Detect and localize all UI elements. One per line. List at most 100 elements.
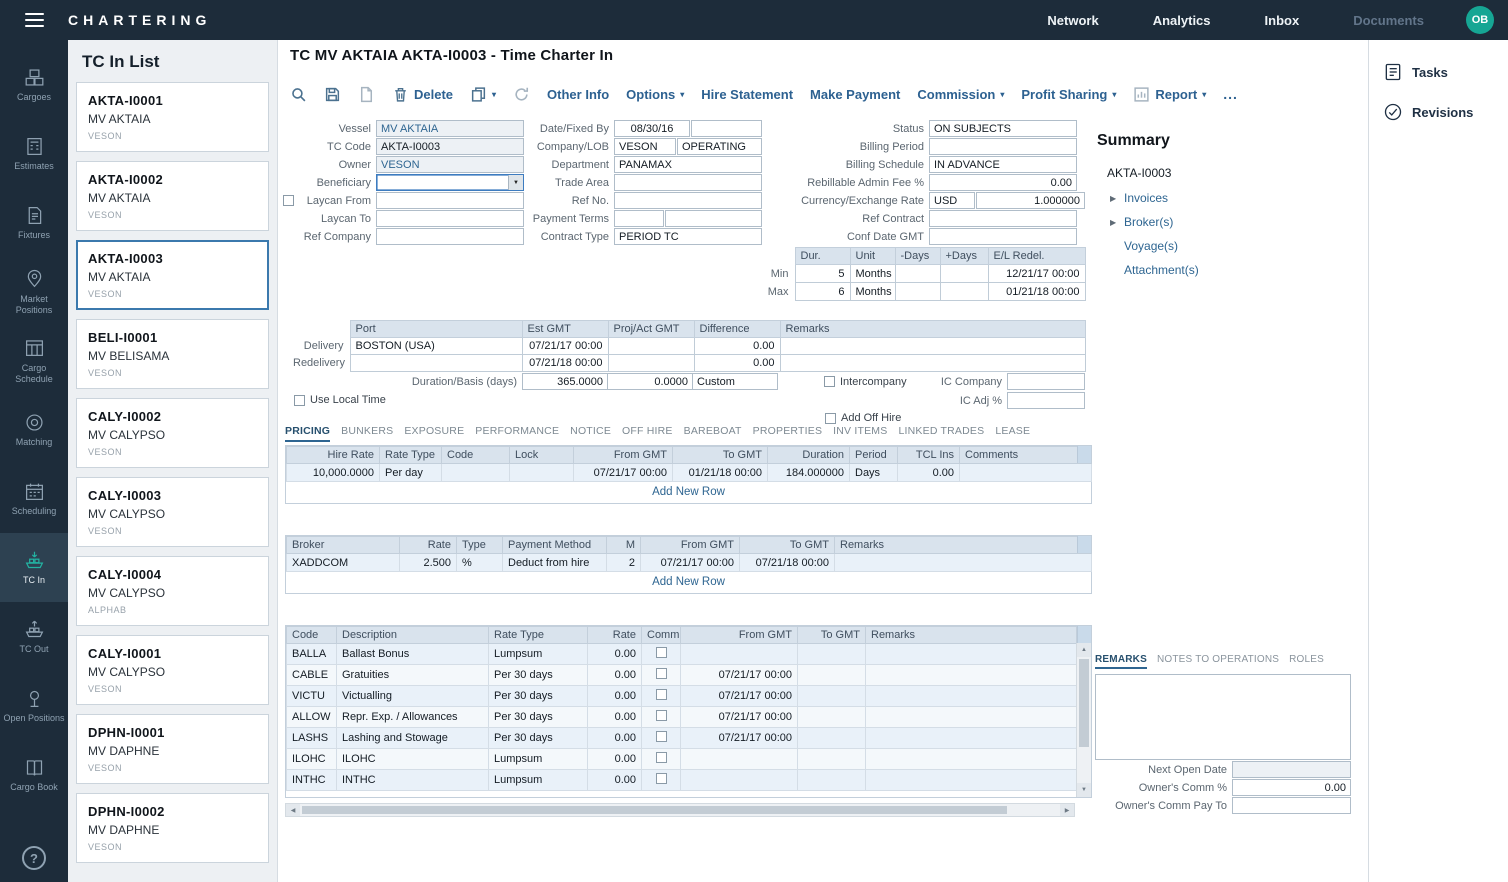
options-button[interactable]: Options▾ (626, 87, 684, 102)
refresh-icon[interactable] (513, 86, 530, 103)
scrollbar-track[interactable] (1077, 657, 1091, 783)
commission-button[interactable]: Commission▾ (917, 87, 1004, 102)
tc-list-item[interactable]: CALY-I0004 MV CALYPSO ALPHAB (76, 556, 269, 626)
misc-expense-row[interactable]: CABLE Gratuities Per 30 days 0.00 07/21/… (287, 665, 1077, 686)
sidebar-item-cargoes[interactable]: Cargoes (0, 50, 68, 119)
summary-link[interactable]: ▶ Broker(s) (1097, 210, 1362, 234)
min-minus-days-cell[interactable] (895, 265, 940, 283)
duration-diff-field[interactable]: 0.0000 (607, 373, 693, 390)
scroll-up-icon[interactable]: ▲ (1077, 643, 1091, 657)
tc-list-item[interactable]: BELI-I0001 MV BELISAMA VESON (76, 319, 269, 389)
redelivery-port-cell[interactable] (350, 355, 522, 372)
tab[interactable]: BUNKERS (341, 425, 393, 442)
comm-checkbox[interactable] (656, 689, 667, 700)
revisions-button[interactable]: Revisions (1369, 92, 1508, 132)
broker-row[interactable]: XADDCOM 2.500 % Deduct from hire 2 07/21… (287, 554, 1092, 572)
copy-button[interactable]: ▾ (470, 86, 496, 103)
scrollbar-thumb[interactable] (1079, 659, 1089, 747)
hamburger-menu-icon[interactable] (0, 13, 68, 28)
topnav-item[interactable]: Documents (1353, 13, 1424, 28)
delivery-est-gmt-cell[interactable]: 07/21/17 00:00 (522, 338, 608, 355)
pricing-row[interactable]: 10,000.0000 Per day 07/21/17 00:00 01/21… (287, 464, 1092, 482)
misc-expense-row[interactable]: INTHC INTHC Lumpsum 0.00 (287, 770, 1077, 791)
sidebar-item-tc-in[interactable]: TC In (0, 533, 68, 602)
tc-list-item[interactable]: CALY-I0003 MV CALYPSO VESON (76, 477, 269, 547)
avatar[interactable]: OB (1466, 6, 1494, 34)
ref-no-field[interactable] (614, 192, 762, 209)
company-field[interactable]: VESON (614, 138, 676, 155)
comm-checkbox[interactable] (656, 668, 667, 679)
max-duration-cell[interactable]: 6 (795, 283, 850, 301)
topnav-item[interactable]: Analytics (1153, 13, 1211, 28)
summary-link[interactable]: ▶ Invoices (1097, 186, 1362, 210)
laycan-checkbox[interactable] (283, 195, 294, 206)
tc-list-item[interactable]: AKTA-I0003 MV AKTAIA VESON (76, 240, 269, 310)
status-field[interactable]: ON SUBJECTS (929, 120, 1077, 137)
save-icon[interactable] (324, 86, 341, 103)
tc-list-item[interactable]: CALY-I0001 MV CALYPSO VESON (76, 635, 269, 705)
sidebar-item-estimates[interactable]: Estimates (0, 119, 68, 188)
delivery-remarks-cell[interactable] (780, 338, 1085, 355)
delivery-proj-gmt-cell[interactable] (608, 338, 694, 355)
tc-list-item[interactable]: DPHN-I0001 MV DAPHNE VESON (76, 714, 269, 784)
add-off-hire-checkbox[interactable] (825, 413, 836, 424)
tab[interactable]: OFF HIRE (622, 425, 673, 442)
tab[interactable]: PROPERTIES (753, 425, 823, 442)
scrollbar-thumb[interactable] (302, 806, 1007, 814)
delivery-difference-cell[interactable]: 0.00 (694, 338, 780, 355)
tab[interactable]: INV ITEMS (833, 425, 887, 442)
max-el-redel-cell[interactable]: 01/21/18 00:00 (988, 283, 1085, 301)
max-unit-cell[interactable]: Months (850, 283, 895, 301)
summary-link[interactable]: ▶ Attachment(s) (1097, 258, 1362, 282)
misc-expense-row[interactable]: ALLOW Repr. Exp. / Allowances Per 30 day… (287, 707, 1077, 728)
redelivery-proj-gmt-cell[interactable] (608, 355, 694, 372)
duration-days-field[interactable]: 365.0000 (522, 373, 608, 390)
redelivery-remarks-cell[interactable] (780, 355, 1085, 372)
topnav-item[interactable]: Network (1047, 13, 1098, 28)
broker-add-new-row-link[interactable]: Add New Row (286, 572, 1091, 593)
department-field[interactable]: PANAMAX (614, 156, 762, 173)
fixed-by-field[interactable] (691, 120, 762, 137)
sidebar-item-cargo-book[interactable]: Cargo Book (0, 740, 68, 809)
sidebar-item-scheduling[interactable]: Scheduling (0, 464, 68, 533)
ref-company-field[interactable] (376, 228, 524, 245)
vertical-scrollbar[interactable]: ▲ ▼ (1076, 643, 1091, 797)
sidebar-item-market-positions[interactable]: Market Positions (0, 257, 68, 326)
remarks-textarea[interactable] (1095, 674, 1351, 760)
misc-expense-row[interactable]: VICTU Victualling Per 30 days 0.00 07/21… (287, 686, 1077, 707)
redelivery-difference-cell[interactable]: 0.00 (694, 355, 780, 372)
use-local-time-checkbox[interactable] (294, 395, 305, 406)
tab[interactable]: PRICING (285, 425, 330, 442)
tab[interactable]: LEASE (995, 425, 1030, 442)
pricing-add-new-row-link[interactable]: Add New Row (286, 482, 1091, 503)
tab[interactable]: EXPOSURE (404, 425, 464, 442)
currency-field[interactable]: USD (929, 192, 975, 209)
delete-button[interactable]: Delete (392, 86, 453, 103)
redelivery-est-gmt-cell[interactable]: 07/21/18 00:00 (522, 355, 608, 372)
ref-contract-field[interactable] (929, 210, 1077, 227)
sidebar-item-matching[interactable]: Matching (0, 395, 68, 464)
sidebar-item-fixtures[interactable]: Fixtures (0, 188, 68, 257)
profit-sharing-button[interactable]: Profit Sharing▾ (1021, 87, 1116, 102)
tc-list-item[interactable]: DPHN-I0002 MV DAPHNE VESON (76, 793, 269, 863)
conf-date-gmt-field[interactable] (929, 228, 1077, 245)
scroll-down-icon[interactable]: ▼ (1077, 783, 1091, 797)
scroll-left-icon[interactable]: ◀ (286, 804, 300, 816)
tc-list-item[interactable]: CALY-I0002 MV CALYPSO VESON (76, 398, 269, 468)
notes-tab[interactable]: ROLES (1289, 654, 1324, 669)
ic-company-field[interactable] (1007, 373, 1085, 390)
next-open-date-field[interactable] (1232, 761, 1351, 778)
tc-list-item[interactable]: AKTA-I0002 MV AKTAIA VESON (76, 161, 269, 231)
min-el-redel-cell[interactable]: 12/21/17 00:00 (988, 265, 1085, 283)
delivery-port-cell[interactable]: BOSTON (USA) (350, 338, 522, 355)
sidebar-item-open-positions[interactable]: Open Positions (0, 671, 68, 740)
tab[interactable]: LINKED TRADES (898, 425, 984, 442)
tc-code-field[interactable]: AKTA-I0003 (376, 138, 524, 155)
beneficiary-field[interactable]: ▼ (376, 174, 524, 191)
billing-schedule-field[interactable]: IN ADVANCE (929, 156, 1077, 173)
misc-expense-row[interactable]: LASHS Lashing and Stowage Per 30 days 0.… (287, 728, 1077, 749)
search-icon[interactable] (290, 86, 307, 103)
misc-expense-row[interactable]: ILOHC ILOHC Lumpsum 0.00 (287, 749, 1077, 770)
lob-field[interactable]: OPERATING (677, 138, 762, 155)
laycan-from-field[interactable] (376, 192, 524, 209)
